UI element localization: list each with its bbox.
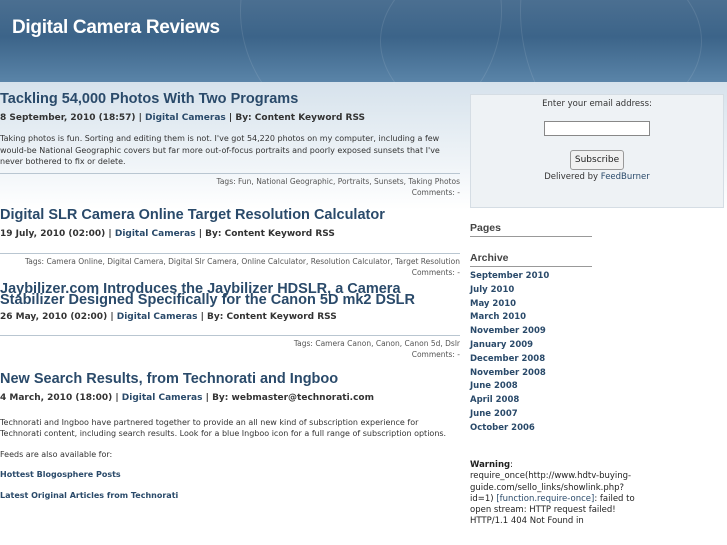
post-tags[interactable]: Tags: Fun, National Geographic, Portrait…	[0, 176, 461, 187]
email-input[interactable]	[544, 121, 650, 136]
post: New Search Results, from Technorati and …	[0, 371, 460, 502]
post-meta: 26 May, 2010 (02:00) | Digital Cameras |…	[0, 311, 337, 322]
post-paragraph: Technorati and Ingboo have partnered tog…	[0, 417, 447, 439]
post-meta: 8 September, 2010 (18:57) | Digital Came…	[0, 113, 366, 123]
warning-function-link[interactable]: [function.require-once]	[496, 494, 594, 504]
warning-in: in	[576, 516, 584, 527]
post-date: 19 July, 2010 (02:00)	[0, 228, 106, 239]
archive-item: June 2007	[470, 408, 549, 422]
archive-item: October 2006	[470, 422, 549, 436]
post: Jaybilizer.com Introduces the Jaybilizer…	[0, 281, 460, 360]
post-footer: Tags: Camera Online, Digital Camera, Dig…	[0, 254, 460, 278]
post-category-link[interactable]: Digital Cameras	[145, 113, 226, 123]
delivered-by-label: Delivered by	[544, 172, 599, 182]
post-paragraph: Feeds are also available for:	[0, 449, 113, 459]
archive-link[interactable]: June 2007	[470, 409, 518, 419]
archive-link[interactable]: March 2010	[470, 312, 526, 322]
archive-link[interactable]: June 2008	[470, 381, 518, 391]
post-comments-link[interactable]: Comments: -	[0, 349, 460, 360]
archive-item: April 2008	[470, 394, 549, 408]
archive-item: December 2008	[470, 353, 549, 367]
post-paragraph: Taking photos is fun. Sorting and editin…	[0, 134, 440, 166]
post-list: Tackling 54,000 Photos With Two Programs…	[0, 92, 460, 510]
delivered-by: Delivered by FeedBurner	[471, 172, 723, 182]
email-subscribe-widget: Enter your email address: Subscribe Deli…	[470, 94, 724, 208]
archive-heading: Archive	[470, 252, 592, 267]
archive-link[interactable]: September 2010	[470, 271, 549, 281]
post-body: Technorati and Ingboo have partnered tog…	[0, 417, 460, 502]
archive-link[interactable]: December 2008	[470, 354, 545, 364]
archive-link[interactable]: January 2009	[470, 340, 533, 350]
post-category-link[interactable]: Digital Cameras	[115, 229, 196, 239]
post-category-link[interactable]: Digital Cameras	[122, 393, 203, 403]
post-body: Taking photos is fun. Sorting and editin…	[0, 133, 460, 168]
archive-item: January 2009	[470, 339, 549, 353]
post-date: 26 May, 2010 (02:00)	[0, 311, 108, 322]
post-title[interactable]: New Search Results, from Technorati and …	[0, 371, 460, 387]
subscribe-button[interactable]: Subscribe	[569, 150, 625, 170]
archive-item: July 2010	[470, 284, 549, 298]
archive-item: November 2009	[470, 325, 549, 339]
post-author: By: Content Keyword RSS	[235, 113, 366, 123]
archive-link[interactable]: May 2010	[470, 299, 516, 309]
archive-item: March 2010	[470, 311, 549, 325]
post: Digital SLR Camera Online Target Resolut…	[0, 207, 460, 278]
hottest-posts-link[interactable]: Hottest Blogosphere Posts	[0, 469, 454, 481]
post-title[interactable]: Tackling 54,000 Photos With Two Programs	[0, 92, 460, 107]
post-meta: 4 March, 2010 (18:00) | Digital Cameras …	[0, 392, 374, 403]
post-author: By: Content Keyword RSS	[207, 311, 337, 322]
post-tags[interactable]: Tags: Camera Canon, Canon, Canon 5d, Dsl…	[0, 338, 460, 349]
post-comments-link[interactable]: Comments: -	[0, 267, 460, 278]
archive-item: May 2010	[470, 298, 549, 312]
post: Tackling 54,000 Photos With Two Programs…	[0, 92, 460, 198]
post-title[interactable]: Jaybilizer.com Introduces the Jaybilizer…	[0, 281, 460, 307]
archive-link[interactable]: October 2006	[470, 423, 535, 433]
email-label: Enter your email address:	[542, 99, 652, 109]
archive-item: November 2008	[470, 367, 549, 381]
site-title[interactable]: Digital Camera Reviews	[12, 17, 220, 39]
latest-articles-link[interactable]: Latest Original Articles from Technorati	[0, 490, 454, 502]
feedburner-link[interactable]: FeedBurner	[601, 172, 650, 182]
archive-list: September 2010 July 2010 May 2010 March …	[470, 270, 549, 436]
post-date: 4 March, 2010 (18:00)	[0, 392, 113, 403]
header-decoration	[520, 0, 727, 82]
post-author: By: webmaster@technorati.com	[212, 392, 374, 403]
archive-link[interactable]: April 2008	[470, 395, 519, 405]
archive-item: September 2010	[470, 270, 549, 284]
post-comments-link[interactable]: Comments: -	[0, 187, 460, 198]
post-title[interactable]: Digital SLR Camera Online Target Resolut…	[0, 207, 460, 223]
post-footer: Tags: Camera Canon, Canon, Canon 5d, Dsl…	[0, 336, 460, 360]
post-footer: Tags: Fun, National Geographic, Portrait…	[0, 174, 461, 198]
archive-link[interactable]: November 2009	[470, 326, 546, 336]
warning-label: Warning	[470, 460, 511, 470]
post-tags[interactable]: Tags: Camera Online, Digital Camera, Dig…	[0, 256, 460, 267]
post-author: By: Content Keyword RSS	[205, 228, 335, 239]
php-warning: Warning: require_once(http://www.hdtv-bu…	[470, 460, 635, 527]
post-meta: 19 July, 2010 (02:00) | Digital Cameras …	[0, 228, 335, 239]
archive-item: June 2008	[470, 380, 549, 394]
post-date: 8 September, 2010 (18:57)	[0, 113, 136, 123]
archive-link[interactable]: July 2010	[470, 285, 514, 295]
archive-link[interactable]: November 2008	[470, 368, 546, 378]
pages-heading: Pages	[470, 222, 592, 237]
post-category-link[interactable]: Digital Cameras	[117, 312, 198, 322]
site-header: Digital Camera Reviews	[0, 0, 727, 82]
